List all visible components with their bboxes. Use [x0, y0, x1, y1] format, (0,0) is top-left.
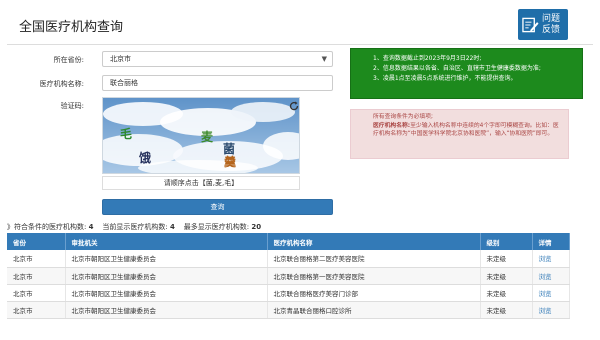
column-header: 医疗机构名称	[267, 233, 481, 250]
column-header: 省份	[7, 233, 66, 250]
institution-input[interactable]: 联合丽格	[102, 75, 333, 91]
refresh-icon[interactable]	[289, 101, 299, 111]
column-header: 审批机关	[65, 233, 268, 250]
cell-institution: 北京联合丽格医疗美容门诊部	[267, 284, 481, 302]
captcha-char[interactable]: 羹	[224, 153, 236, 170]
max-label: 最多显示医疗机构数:	[183, 223, 250, 231]
page-title: 全国医疗机构查询	[19, 20, 124, 35]
notice-item: 2、信息数据结果以各省、自治区、直辖市卫生健康委数据为准;	[373, 65, 541, 72]
table-row: 北京市 北京市朝阳区卫生健康委员会 北京青晶联合丽格口腔诊所 未定级 浏览	[7, 301, 570, 319]
notice-name-rule: 医疗机构名称:至少输入机构名称中连续的4个字即可模糊查询。比如：医疗机构名称为“…	[373, 122, 562, 139]
cell-authority: 北京市朝阳区卫生健康委员会	[65, 284, 268, 302]
province-select-value: 北京市	[110, 55, 131, 63]
cell-institution: 北京青晶联合丽格口腔诊所	[267, 301, 481, 319]
table-header-row: 省份 审批机关 医疗机构名称 级别 详情	[7, 233, 570, 250]
cell-province: 北京市	[7, 301, 66, 319]
cell-level: 未定级	[480, 284, 533, 302]
summary-prefix: 》符合条件的医疗机构数:	[7, 223, 87, 231]
province-label: 所在省份:	[53, 56, 84, 64]
view-detail-link[interactable]: 浏览	[539, 255, 552, 263]
column-header: 详情	[532, 233, 570, 250]
header-divider	[7, 44, 593, 45]
table-row: 北京市 北京市朝阳区卫生健康委员会 北京联合丽格第二医疗美容医院 未定级 浏览	[7, 250, 570, 268]
matched-count: 4	[88, 223, 94, 231]
feedback-label-line2: 反馈	[542, 24, 561, 35]
cell-level: 未定级	[480, 250, 533, 268]
captcha-label: 验证码:	[60, 102, 84, 110]
cell-province: 北京市	[7, 250, 66, 268]
cell-level: 未定级	[480, 301, 533, 319]
captcha-char[interactable]: 毛	[120, 125, 132, 142]
captcha-char[interactable]: 饿	[139, 149, 151, 166]
cell-province: 北京市	[7, 267, 66, 285]
cell-province: 北京市	[7, 284, 66, 302]
cell-authority: 北京市朝阳区卫生健康委员会	[65, 250, 268, 268]
view-detail-link[interactable]: 浏览	[539, 307, 552, 315]
column-header: 级别	[480, 233, 533, 250]
cell-institution: 北京联合丽格第一医疗美容医院	[267, 267, 481, 285]
cell-level: 未定级	[480, 267, 533, 285]
cell-authority: 北京市朝阳区卫生健康委员会	[65, 301, 268, 319]
notice-item: 1、查询数据截止到2023年9月3日22时;	[373, 55, 482, 62]
captcha-hint: 请顺序点击【菌,麦,毛】	[102, 176, 300, 190]
captcha-image[interactable]: 毛 饿 麦 菌 羹	[102, 97, 300, 174]
edit-icon	[522, 17, 539, 32]
feedback-label-line1: 问题	[542, 13, 561, 24]
province-select[interactable]: 北京市 ▼	[102, 51, 333, 67]
view-detail-link[interactable]: 浏览	[539, 273, 552, 281]
chevron-down-icon: ▼	[321, 55, 327, 63]
feedback-label: 问题 反馈	[542, 14, 560, 36]
results-table: 省份 审批机关 医疗机构名称 级别 详情 北京市 北京市朝阳区卫生健康委员会 北…	[7, 233, 570, 319]
view-detail-link[interactable]: 浏览	[539, 290, 552, 298]
result-summary: 》符合条件的医疗机构数: 4 当前显示医疗机构数: 4 最多显示医疗机构数: 2…	[7, 222, 261, 232]
notice-item: 3、凌晨1点至凌晨5点系统进行维护，不能提供查询。	[373, 75, 517, 82]
notice-red: 所有查询条件为必填项; 医疗机构名称:至少输入机构名称中连续的4个字即可模糊查询…	[350, 109, 569, 159]
notice-required-text: 所有查询条件为必填项;	[373, 114, 433, 120]
notice-green: 1、查询数据截止到2023年9月3日22时; 2、信息数据结果以各省、自治区、直…	[350, 48, 583, 99]
max-count: 20	[251, 223, 262, 231]
table-row: 北京市 北京市朝阳区卫生健康委员会 北京联合丽格第一医疗美容医院 未定级 浏览	[7, 267, 570, 285]
captcha-char[interactable]: 麦	[201, 128, 213, 145]
query-button[interactable]: 查询	[102, 199, 333, 215]
notice-name-label: 医疗机构名称:	[373, 122, 411, 129]
current-label: 当前显示医疗机构数:	[102, 223, 168, 231]
current-count: 4	[169, 223, 175, 231]
cell-authority: 北京市朝阳区卫生健康委员会	[65, 267, 268, 285]
institution-label: 医疗机构名称:	[39, 80, 84, 88]
feedback-button[interactable]: 问题 反馈	[518, 9, 568, 40]
cell-institution: 北京联合丽格第二医疗美容医院	[267, 250, 481, 268]
table-row: 北京市 北京市朝阳区卫生健康委员会 北京联合丽格医疗美容门诊部 未定级 浏览	[7, 284, 570, 302]
